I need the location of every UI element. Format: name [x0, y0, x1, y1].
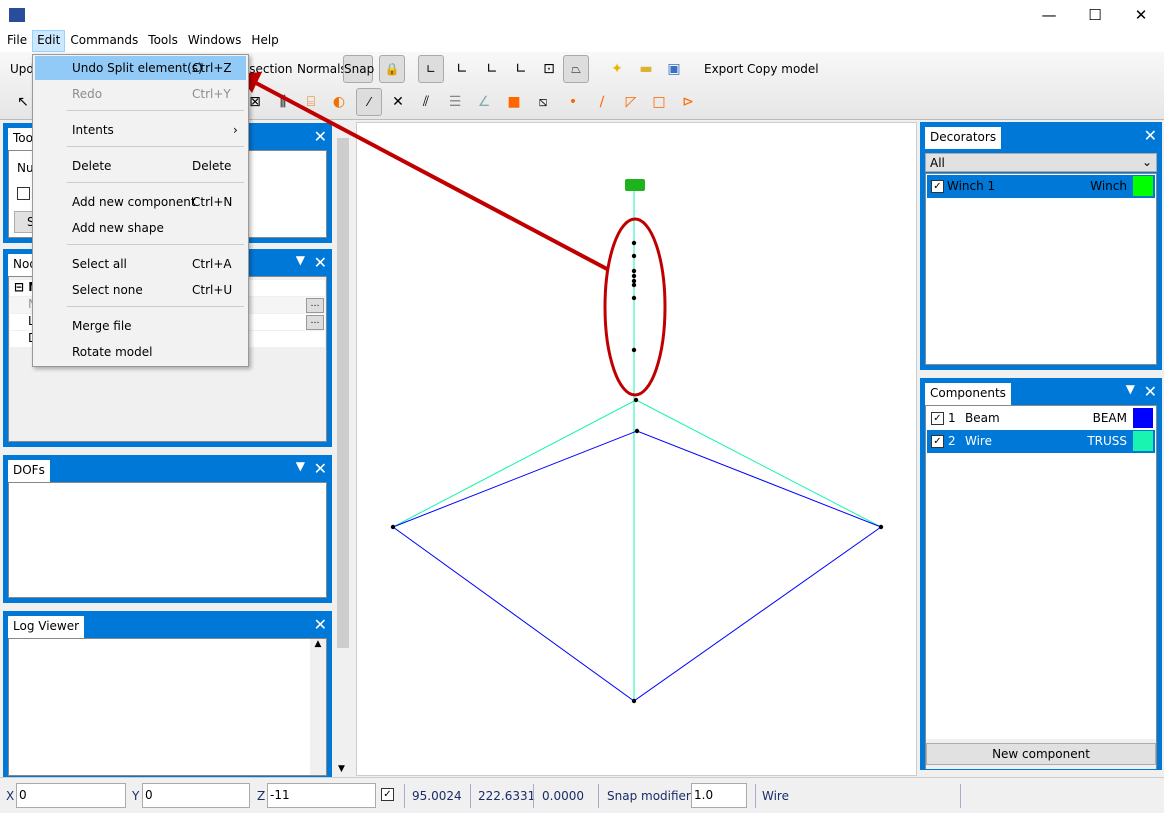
y-input[interactable]: 0: [142, 783, 250, 808]
components-panel: Components ▼ ✕ ✓ 1 Beam BEAM ✓ 2 Wire TR…: [920, 378, 1162, 770]
components-panel-title: Components: [925, 383, 1011, 405]
node: [631, 698, 637, 704]
new-component-button[interactable]: New component: [926, 743, 1156, 765]
decorator-type: Winch: [1090, 179, 1127, 193]
node: [634, 428, 640, 434]
active-component: Wire: [762, 789, 789, 803]
component-name: Wire: [965, 434, 992, 448]
node: [390, 524, 396, 530]
snap-modifier-label: Snap modifier: [607, 789, 691, 803]
decorators-panel-title: Decorators: [925, 127, 1002, 149]
y-label: Y: [132, 789, 140, 803]
component-type: TRUSS: [1087, 434, 1127, 448]
chevron-down-icon: ⌄: [1141, 155, 1152, 169]
beam-elements: [391, 430, 883, 702]
checkbox[interactable]: ✓: [931, 435, 944, 448]
component-type: BEAM: [1092, 411, 1127, 425]
readout-3: 0.0000: [542, 789, 584, 803]
readout-1: 95.0024: [412, 789, 462, 803]
node: [631, 295, 637, 301]
submenu-arrow-icon: ›: [233, 123, 238, 137]
filter-value: All: [930, 156, 945, 170]
wire-left: [392, 399, 637, 528]
menu-item-intents[interactable]: Intents ›: [35, 118, 246, 142]
annotation-arrow: [255, 81, 608, 271]
close-icon[interactable]: ✕: [1144, 126, 1157, 145]
dropdown-icon[interactable]: ▼: [1126, 382, 1135, 396]
node: [878, 524, 884, 530]
readout-2: 222.6331: [478, 789, 536, 803]
node: [631, 282, 637, 288]
annotation-ellipse: [603, 217, 667, 397]
beam-frame: [391, 430, 883, 702]
menu-item-add-shape[interactable]: Add new shape: [35, 216, 246, 240]
menu-item-delete[interactable]: Delete Delete: [35, 154, 246, 178]
component-id: 1: [948, 411, 956, 425]
component-row[interactable]: ✓ 2 Wire TRUSS: [927, 430, 1155, 453]
node: [631, 278, 637, 284]
lock-coordinates-checkbox[interactable]: ✓: [381, 788, 394, 801]
edit-menu: Undo Split element(s) Ctrl+Z Redo Ctrl+Y I…: [32, 54, 249, 367]
winch-decorator: [625, 179, 645, 191]
color-swatch[interactable]: [1133, 431, 1153, 451]
checkbox[interactable]: ✓: [931, 412, 944, 425]
menu-item-select-none[interactable]: Select none Ctrl+U: [35, 278, 246, 302]
component-name: Beam: [965, 411, 1000, 425]
menu-item-undo[interactable]: Undo Split element(s) Ctrl+Z: [35, 56, 246, 80]
node: [631, 273, 637, 279]
decorator-name: Winch 1: [947, 179, 996, 193]
wire-right: [635, 399, 882, 528]
color-swatch[interactable]: [1133, 408, 1153, 428]
x-label: X: [6, 789, 15, 803]
component-row[interactable]: ✓ 1 Beam BEAM: [927, 407, 1155, 430]
status-bar: X 0 Y 0 Z -11 ✓ 95.0024 222.6331 0.0000 …: [0, 777, 1164, 813]
component-id: 2: [948, 434, 956, 448]
node: [633, 397, 639, 403]
menu-item-select-all[interactable]: Select all Ctrl+A: [35, 252, 246, 276]
node: [631, 347, 637, 353]
node: [631, 240, 637, 246]
menu-item-rotate-model[interactable]: Rotate model: [35, 340, 246, 364]
menu-item-merge-file[interactable]: Merge file: [35, 314, 246, 338]
snap-modifier-input[interactable]: 1.0: [691, 783, 747, 808]
nodes: [390, 240, 884, 704]
close-icon[interactable]: ✕: [1144, 382, 1157, 401]
z-label: Z: [257, 789, 266, 803]
x-input[interactable]: 0: [16, 783, 126, 808]
checkbox[interactable]: ✓: [931, 180, 944, 193]
node: [631, 268, 637, 274]
decorator-filter-select[interactable]: All ⌄: [925, 153, 1157, 172]
z-input[interactable]: -11: [267, 783, 376, 808]
wire-elements: [392, 190, 882, 701]
decorators-panel: Decorators ✕ All ⌄ ✓ Winch 1 Winch: [920, 122, 1162, 370]
color-swatch[interactable]: [1133, 176, 1153, 196]
menu-item-redo[interactable]: Redo Ctrl+Y: [35, 82, 246, 106]
node: [631, 253, 637, 259]
menu-item-add-component[interactable]: Add new component Ctrl+N: [35, 190, 246, 214]
decorator-row[interactable]: ✓ Winch 1 Winch: [927, 175, 1155, 198]
